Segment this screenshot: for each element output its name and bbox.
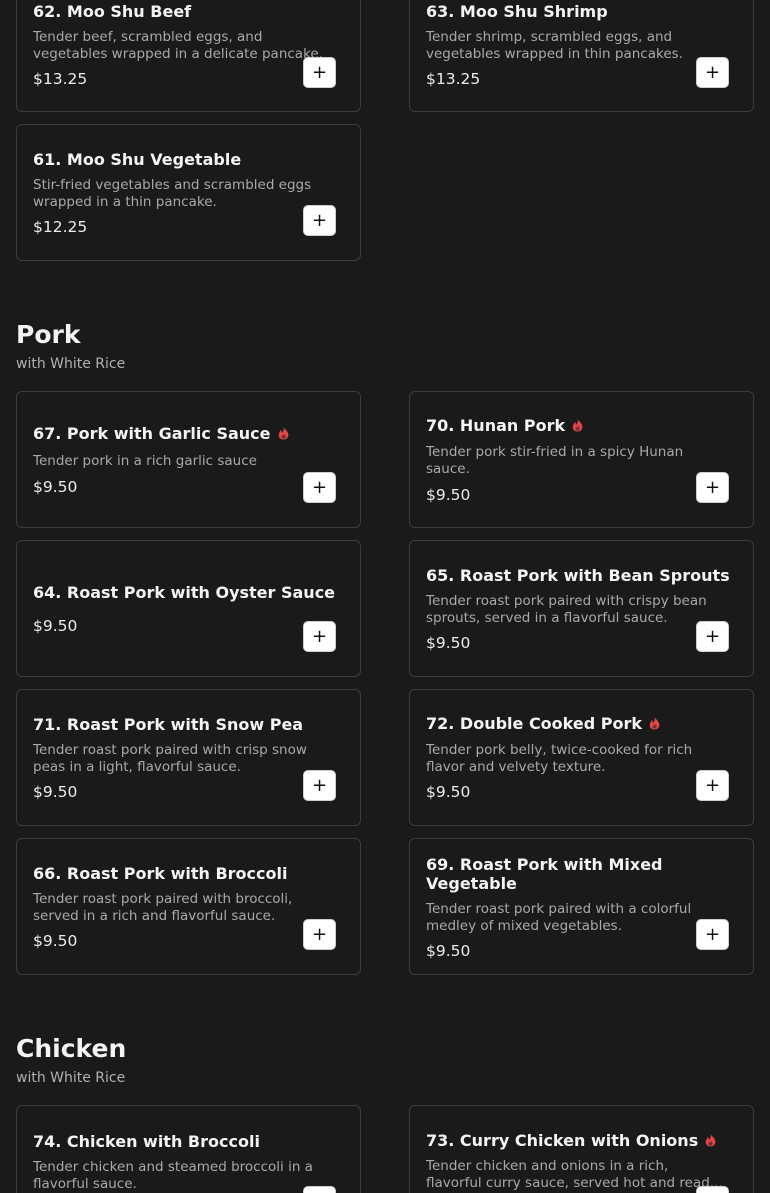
menu-item-description: Tender pork belly, twice-cooked for rich…	[426, 742, 693, 775]
menu-item-title: 72. Double Cooked Pork	[426, 714, 737, 733]
add-to-cart-button[interactable]: +	[696, 621, 729, 652]
menu-item-title: 69. Roast Pork with Mixed Vegetable	[426, 855, 663, 893]
add-to-cart-button[interactable]: +	[303, 621, 336, 652]
menu-item-price: $9.50	[426, 634, 471, 652]
spicy-flame-icon	[278, 426, 288, 440]
menu-item-description: Tender shrimp, scrambled eggs, and vegeta…	[426, 29, 683, 62]
add-to-cart-button[interactable]: +	[696, 57, 729, 88]
menu-item-title: 73. Curry Chicken with Onions	[426, 1131, 737, 1150]
add-to-cart-button[interactable]: +	[303, 770, 336, 801]
menu-item-price: $13.25	[426, 70, 481, 88]
menu-item-card[interactable]: 67. Pork with Garlic Sauce Tender pork i…	[16, 391, 361, 528]
menu-item-description: Tender roast pork paired with a colorful…	[426, 901, 692, 934]
menu-item-description: Tender beef, scrambled eggs, and vegetabl…	[33, 29, 324, 62]
menu-item-description: Stir-fried vegetables and scrambled eggs…	[33, 177, 312, 210]
menu-item-card[interactable]: 62. Moo Shu Beef Tender beef, scrambled …	[16, 0, 361, 112]
menu-item-description: Tender chicken and onions in a rich, flav…	[426, 1158, 723, 1191]
menu-item-price: $9.50	[33, 783, 78, 801]
menu-item-price: $9.50	[426, 486, 471, 504]
section-title-chicken: Chicken	[16, 1034, 127, 1063]
spicy-flame-icon	[649, 716, 660, 730]
add-to-cart-button[interactable]: +	[303, 205, 336, 236]
menu-item-price: $9.50	[33, 932, 78, 950]
menu-item-description: Tender pork stir-fried in a spicy Hunan s…	[426, 444, 684, 477]
menu-item-title: 62. Moo Shu Beef	[33, 2, 192, 21]
menu-item-price: $9.50	[426, 942, 471, 960]
add-to-cart-button[interactable]: +	[696, 472, 729, 503]
menu-item-price: $12.25	[33, 218, 88, 236]
menu-item-title: 66. Roast Pork with Broccoli	[33, 864, 288, 883]
menu-item-card[interactable]: 66. Roast Pork with Broccoli Tender roas…	[16, 838, 361, 975]
section-subtitle-pork: with White Rice	[16, 356, 126, 372]
section-title-pork: Pork	[16, 320, 81, 349]
menu-item-title: 67. Pork with Garlic Sauce	[33, 424, 344, 443]
add-to-cart-button[interactable]: +	[696, 919, 729, 950]
menu-item-description: Tender roast pork paired with crisp snow…	[33, 742, 307, 775]
menu-item-title: 64. Roast Pork with Oyster Sauce	[33, 583, 336, 602]
menu-item-title: 61. Moo Shu Vegetable	[33, 150, 242, 169]
add-to-cart-button[interactable]: +	[303, 57, 336, 88]
add-to-cart-button[interactable]: +	[303, 1186, 336, 1193]
menu-item-card[interactable]: 63. Moo Shu Shrimp Tender shrimp, scramb…	[409, 0, 754, 112]
menu-item-card[interactable]: 72. Double Cooked Pork Tender pork belly…	[409, 689, 754, 826]
menu-item-description: Tender chicken and steamed broccoli in a…	[33, 1159, 313, 1192]
menu-item-card[interactable]: 73. Curry Chicken with Onions Tender chi…	[409, 1105, 754, 1193]
menu-item-title: 63. Moo Shu Shrimp	[426, 2, 608, 21]
menu-item-price: $9.50	[426, 783, 471, 801]
add-to-cart-button[interactable]: +	[303, 919, 336, 950]
menu-item-card[interactable]: 65. Roast Pork with Bean Sprouts Tender …	[409, 540, 754, 677]
menu-item-description: Tender roast pork paired with broccoli, s…	[33, 891, 293, 924]
add-to-cart-button[interactable]: +	[696, 1186, 729, 1193]
menu-item-card[interactable]: 74. Chicken with Broccoli Tender chicken…	[16, 1105, 361, 1193]
menu-item-title: 65. Roast Pork with Bean Sprouts	[426, 566, 730, 585]
spicy-flame-icon	[705, 1133, 716, 1147]
menu-item-card[interactable]: 69. Roast Pork with Mixed Vegetable Tende…	[409, 838, 754, 975]
menu-item-title: 74. Chicken with Broccoli	[33, 1132, 260, 1151]
menu-item-card[interactable]: 71. Roast Pork with Snow Pea Tender roas…	[16, 689, 361, 826]
menu-item-card[interactable]: 64. Roast Pork with Oyster Sauce $9.50 +	[16, 540, 361, 677]
menu-item-title: 70. Hunan Pork	[426, 416, 737, 435]
menu-item-card[interactable]: 70. Hunan Pork Tender pork stir-fried in…	[409, 391, 754, 528]
menu-item-card[interactable]: 61. Moo Shu Vegetable Stir-fried vegetab…	[16, 124, 361, 261]
menu-item-title: 71. Roast Pork with Snow Pea	[33, 715, 304, 734]
menu-item-price: $13.25	[33, 70, 88, 88]
menu-item-price: $9.50	[33, 617, 78, 635]
add-to-cart-button[interactable]: +	[303, 472, 336, 503]
menu-item-price: $9.50	[33, 478, 78, 496]
add-to-cart-button[interactable]: +	[696, 770, 729, 801]
menu-item-description: Tender pork in a rich garlic sauce	[33, 453, 257, 469]
spicy-flame-icon	[572, 418, 583, 432]
section-subtitle-chicken: with White Rice	[16, 1070, 126, 1086]
menu-item-description: Tender roast pork paired with crispy bea…	[426, 593, 707, 626]
